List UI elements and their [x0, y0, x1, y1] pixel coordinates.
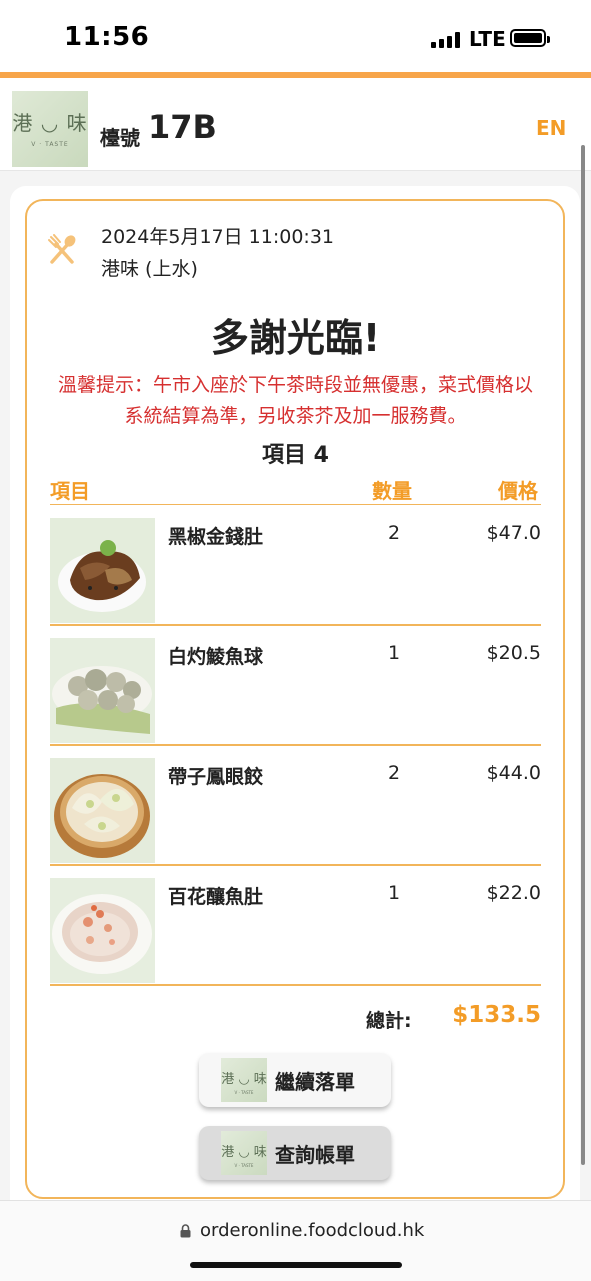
dish-photo [50, 758, 155, 863]
brand-logo: 港 ◡ 味 V · TASTE [12, 91, 88, 167]
order-item-row: 百花釀魚肚 1 $22.0 [50, 866, 541, 986]
dish-name: 黑椒金錢肚 [168, 526, 264, 548]
dish-name: 帶子鳳眼餃 [168, 766, 264, 788]
logo-text: 港 ◡ 味 [221, 1145, 267, 1160]
thank-you-heading: 多謝光臨! [210, 316, 381, 360]
table-label: 檯號 [100, 126, 140, 150]
dish-price: $20.5 [486, 642, 541, 664]
lock-icon [180, 1224, 191, 1238]
status-time: 11:56 [64, 22, 150, 52]
dish-quantity: 1 [388, 882, 401, 904]
dish-quantity: 2 [388, 522, 401, 544]
view-bill-button[interactable]: 港 ◡ 味 V · TASTE 查詢帳單 [199, 1126, 391, 1180]
utensils-icon [48, 234, 76, 264]
logo-text: 港 ◡ 味 [221, 1072, 267, 1087]
column-header-price: 價格 [498, 479, 538, 503]
order-item-row: 帶子鳳眼餃 2 $44.0 [50, 746, 541, 866]
header-divider [50, 504, 541, 505]
logo-subtext: V · TASTE [234, 1163, 254, 1168]
cellular-signal-icon [431, 32, 463, 48]
scrollbar[interactable] [581, 145, 585, 1165]
network-type: LTE [469, 27, 506, 51]
column-header-qty: 數量 [372, 479, 412, 503]
status-bar: 11:56 LTE [0, 0, 591, 72]
dish-name: 百花釀魚肚 [168, 886, 264, 908]
shop-name: 港味 (上水) [101, 258, 198, 280]
table-number: 17B [148, 108, 217, 146]
order-item-row: 白灼鯪魚球 1 $20.5 [50, 626, 541, 746]
dish-quantity: 1 [388, 642, 401, 664]
notice-text: 溫馨提示：午市入座於下午茶時段並無優惠，菜式價格以系統結算為準，另收茶芥及加一服… [57, 374, 533, 427]
url-text[interactable]: orderonline.foodcloud.hk [200, 1220, 424, 1241]
total-label: 總計: [366, 1010, 412, 1032]
brand-logo-icon: 港 ◡ 味 V · TASTE [221, 1131, 267, 1175]
dish-name: 白灼鯪魚球 [168, 646, 264, 668]
dish-photo [50, 638, 155, 743]
view-bill-label: 查詢帳單 [275, 1143, 355, 1167]
logo-subtext: V · TASTE [31, 141, 69, 148]
continue-order-label: 繼續落單 [275, 1070, 355, 1094]
logo-text: 港 ◡ 味 [12, 111, 88, 135]
dish-price: $22.0 [486, 882, 541, 904]
dish-quantity: 2 [388, 762, 401, 784]
dish-price: $47.0 [486, 522, 541, 544]
app-header: 港 ◡ 味 V · TASTE 檯號 17B EN [0, 78, 591, 171]
order-item-row: 黑椒金錢肚 2 $47.0 [50, 506, 541, 626]
home-indicator[interactable] [190, 1262, 402, 1268]
browser-address-bar[interactable]: orderonline.foodcloud.hk [0, 1200, 591, 1281]
total-amount: $133.5 [452, 1002, 541, 1028]
brand-logo-icon: 港 ◡ 味 V · TASTE [221, 1058, 267, 1102]
order-datetime: 2024年5月17日 11:00:31 [101, 226, 334, 248]
dish-price: $44.0 [486, 762, 541, 784]
continue-order-button[interactable]: 港 ◡ 味 V · TASTE 繼續落單 [199, 1053, 391, 1107]
dish-photo [50, 878, 155, 983]
item-count: 項目 4 [262, 443, 329, 468]
column-header-item: 項目 [50, 479, 90, 503]
language-toggle[interactable]: EN [536, 116, 566, 140]
logo-subtext: V · TASTE [234, 1090, 254, 1095]
dish-photo [50, 518, 155, 623]
battery-icon [510, 29, 550, 47]
